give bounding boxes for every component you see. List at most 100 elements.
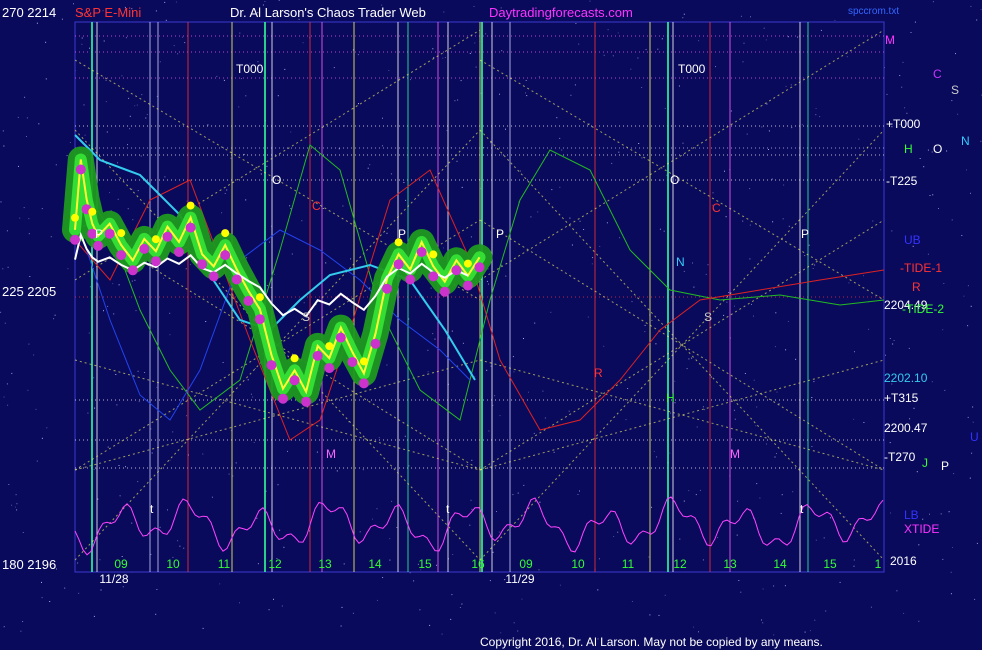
star bbox=[839, 581, 841, 583]
star bbox=[194, 400, 196, 402]
star bbox=[655, 343, 657, 345]
star bbox=[627, 388, 629, 389]
star bbox=[528, 391, 529, 393]
low-dot bbox=[324, 363, 335, 374]
star bbox=[653, 450, 655, 452]
star bbox=[127, 144, 128, 146]
star bbox=[340, 625, 342, 627]
star bbox=[967, 416, 969, 418]
high-dot bbox=[325, 342, 334, 351]
star bbox=[239, 602, 240, 604]
star bbox=[517, 630, 519, 632]
star bbox=[682, 142, 684, 144]
star bbox=[470, 236, 472, 238]
star bbox=[2, 130, 4, 132]
star bbox=[16, 509, 18, 511]
star bbox=[950, 571, 952, 573]
star bbox=[224, 193, 226, 194]
star bbox=[138, 401, 140, 403]
star bbox=[544, 417, 546, 419]
hour-tick-label: 13 bbox=[318, 557, 332, 571]
star bbox=[603, 345, 605, 347]
star bbox=[617, 32, 619, 34]
right-label: J bbox=[922, 456, 928, 470]
star bbox=[919, 158, 921, 159]
star bbox=[69, 142, 71, 143]
star bbox=[81, 37, 83, 39]
star bbox=[64, 587, 66, 589]
star bbox=[929, 513, 930, 515]
star bbox=[512, 356, 514, 358]
star bbox=[737, 500, 739, 502]
low-dot bbox=[462, 280, 473, 291]
star bbox=[419, 609, 421, 611]
star-field bbox=[0, 0, 982, 640]
right-label: S bbox=[951, 83, 959, 97]
star bbox=[386, 364, 388, 366]
site-url[interactable]: Daytradingforecasts.com bbox=[489, 5, 633, 20]
star bbox=[270, 287, 272, 289]
star bbox=[955, 53, 956, 55]
in-chart-label: S bbox=[302, 310, 310, 324]
right-label: XTIDE bbox=[904, 522, 939, 536]
in-chart-label: T000 bbox=[678, 62, 706, 76]
in-chart-label: P bbox=[496, 227, 504, 241]
high-dot bbox=[71, 213, 79, 222]
star bbox=[932, 194, 934, 196]
star bbox=[776, 391, 778, 393]
right-label: N bbox=[961, 134, 970, 148]
low-dot bbox=[162, 231, 173, 242]
star bbox=[743, 42, 745, 44]
star bbox=[782, 218, 784, 220]
star bbox=[442, 57, 444, 59]
star bbox=[281, 605, 283, 607]
star bbox=[791, 127, 793, 129]
star bbox=[569, 217, 571, 219]
star bbox=[50, 236, 52, 238]
in-chart-label: N bbox=[676, 255, 685, 269]
star bbox=[22, 532, 24, 533]
star bbox=[239, 32, 241, 34]
star bbox=[55, 164, 57, 166]
star bbox=[785, 85, 787, 87]
star bbox=[169, 334, 171, 336]
star bbox=[131, 280, 133, 282]
hour-tick-label: 1 bbox=[875, 557, 882, 571]
star bbox=[575, 23, 577, 24]
star bbox=[235, 462, 237, 464]
star bbox=[942, 558, 944, 560]
star bbox=[853, 418, 855, 420]
star bbox=[886, 93, 888, 95]
star bbox=[35, 408, 37, 410]
high-dot bbox=[463, 259, 472, 268]
star bbox=[89, 286, 91, 288]
star bbox=[137, 370, 139, 372]
star bbox=[33, 354, 35, 356]
star bbox=[408, 465, 410, 467]
star bbox=[462, 342, 464, 344]
low-dot bbox=[405, 274, 416, 285]
star bbox=[222, 362, 224, 363]
star bbox=[773, 585, 775, 587]
low-dot bbox=[289, 375, 300, 386]
star bbox=[923, 166, 925, 168]
star bbox=[693, 626, 694, 628]
star bbox=[494, 612, 496, 614]
star bbox=[494, 395, 496, 397]
star bbox=[755, 425, 757, 427]
star bbox=[232, 475, 234, 477]
star bbox=[184, 42, 186, 44]
star bbox=[113, 313, 115, 315]
star bbox=[452, 554, 454, 555]
star bbox=[664, 107, 666, 109]
star bbox=[3, 145, 5, 147]
star bbox=[637, 57, 639, 59]
star bbox=[896, 590, 898, 592]
star bbox=[443, 11, 445, 13]
in-chart-label: T000 bbox=[236, 62, 264, 76]
star bbox=[908, 347, 910, 349]
star bbox=[454, 100, 456, 102]
star bbox=[726, 301, 728, 303]
star bbox=[724, 170, 725, 172]
star bbox=[460, 80, 462, 82]
